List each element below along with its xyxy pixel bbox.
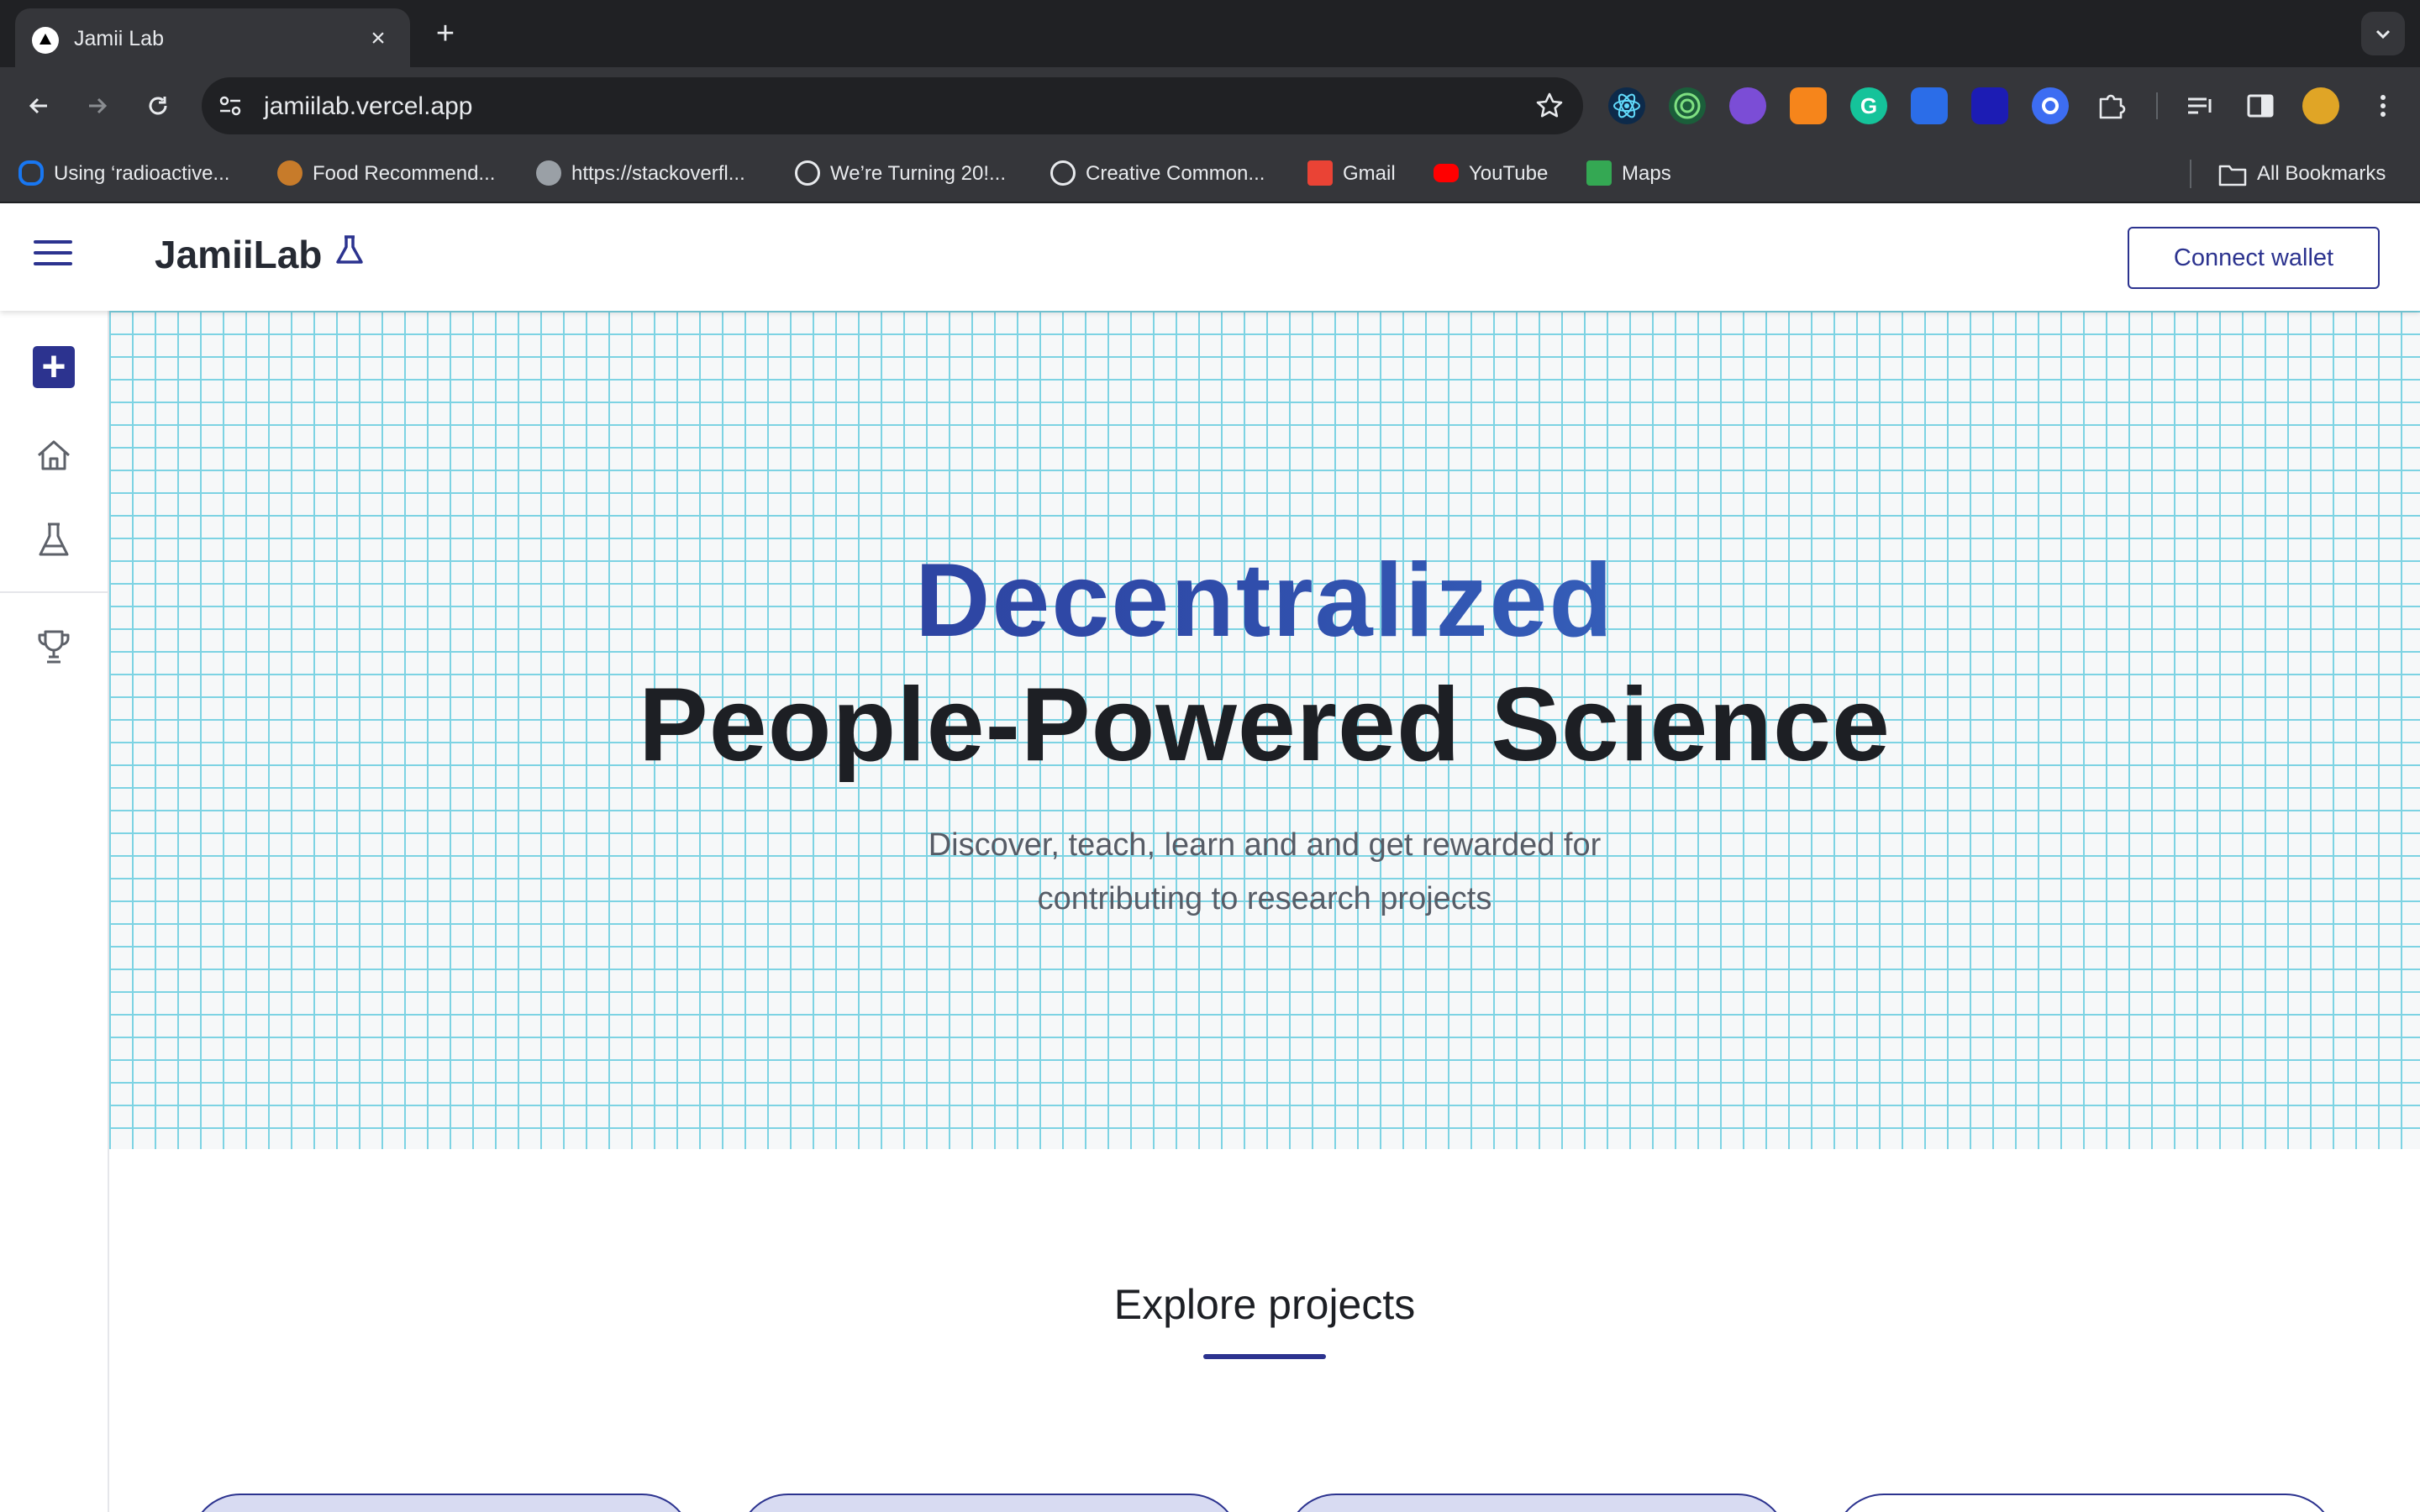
close-tab-icon[interactable]: × — [361, 22, 395, 55]
hero-headline: People-Powered Science — [639, 667, 1891, 783]
menu-hamburger-icon[interactable] — [34, 240, 72, 274]
folder-icon — [2218, 165, 2247, 186]
vercel-favicon-icon — [32, 27, 59, 54]
hero-accent-title: Decentralized — [109, 538, 2420, 664]
project-card[interactable] — [190, 1494, 692, 1512]
reload-icon — [149, 97, 167, 115]
food-site-icon — [277, 160, 302, 186]
home-icon[interactable] — [34, 435, 74, 475]
browser-menu-icon[interactable] — [2365, 87, 2402, 124]
flask-logo-icon — [336, 235, 363, 264]
all-bookmarks-label: All Bookmarks — [2257, 162, 2386, 185]
bookmark-item[interactable]: We’re Turning 20!... — [795, 160, 1006, 188]
sidebar-divider — [0, 591, 109, 593]
hero-subtitle: Discover, teach, learn and and get rewar… — [908, 818, 1622, 926]
gmail-icon — [1307, 160, 1333, 186]
explore-projects-heading: Explore projects — [1113, 1281, 1416, 1328]
hero-section: Decentralized People-Powered Science Dis… — [109, 311, 2420, 1149]
side-panel-icon[interactable] — [2242, 87, 2279, 124]
bookmark-label: https://stackoverfl... — [571, 162, 745, 185]
site-settings-icon[interactable] — [217, 92, 244, 119]
flask-icon[interactable] — [34, 519, 74, 559]
browser-toolbar: jamiilab.vercel.app G — [0, 67, 2420, 144]
back-button[interactable] — [18, 86, 59, 126]
reading-list-icon[interactable] — [2181, 87, 2218, 124]
bookmark-item[interactable]: Food Recommend... — [277, 160, 495, 188]
extensions-puzzle-icon[interactable] — [2092, 87, 2129, 124]
connect-wallet-button[interactable]: Connect wallet — [2128, 227, 2380, 289]
creative-commons-icon — [795, 160, 820, 186]
trophy-icon[interactable] — [34, 627, 74, 667]
grammarly-icon[interactable]: G — [1850, 87, 1887, 124]
bookmark-item[interactable]: https://stackoverfl... — [536, 160, 745, 188]
heading-underline — [1203, 1354, 1326, 1359]
new-tab-button[interactable]: + — [427, 15, 464, 52]
tab-search-button[interactable] — [2361, 12, 2405, 55]
tab-title: Jamii Lab — [74, 27, 164, 50]
arrow-right-icon — [89, 97, 108, 114]
svg-text:G: G — [1860, 93, 1877, 118]
youtube-icon — [1434, 163, 1459, 182]
globe-icon — [536, 160, 561, 186]
hero-subtitle-line: Discover, teach, learn and and get rewar… — [928, 827, 1602, 863]
arrow-left-icon — [29, 97, 47, 114]
bookmark-label: Food Recommend... — [313, 162, 496, 185]
bookmark-item[interactable]: Gmail — [1307, 160, 1396, 188]
blue-extension-icon[interactable] — [1971, 87, 2008, 124]
bookmark-label: We’re Turning 20!... — [830, 162, 1006, 185]
url-text: jamiilab.vercel.app — [264, 92, 473, 120]
bookmark-item[interactable]: Using ‘radioactive... — [18, 160, 229, 188]
maps-icon — [1586, 160, 1612, 186]
bookmark-label: Maps — [1622, 162, 1671, 185]
bookmark-item[interactable]: YouTube — [1434, 160, 1548, 188]
bookmark-star-icon[interactable] — [1534, 91, 1565, 121]
project-card[interactable] — [738, 1494, 1240, 1512]
bookmark-label: Creative Common... — [1086, 162, 1265, 185]
metamask-icon[interactable] — [1790, 87, 1827, 124]
circle-extension-icon[interactable] — [2032, 87, 2069, 124]
app-header: JamiiLab Connect wallet — [0, 203, 2420, 311]
chevron-down-icon — [2375, 29, 2391, 39]
all-bookmarks-button[interactable]: All Bookmarks — [2218, 160, 2386, 188]
forward-button[interactable] — [77, 86, 118, 126]
profile-avatar[interactable] — [2302, 87, 2339, 124]
browser-tab-active[interactable]: Jamii Lab × — [15, 8, 410, 69]
bookmark-label: Gmail — [1343, 162, 1396, 185]
address-bar[interactable]: jamiilab.vercel.app — [202, 77, 1583, 134]
bookmark-item[interactable]: Maps — [1586, 160, 1671, 188]
reload-button[interactable] — [138, 86, 178, 126]
terminal-extension-icon[interactable] — [1911, 87, 1948, 124]
bookmark-label: YouTube — [1469, 162, 1549, 185]
bookmarks-separator — [2190, 160, 2191, 188]
toolbar-separator — [2156, 92, 2158, 119]
creative-commons-icon — [1050, 160, 1076, 186]
bookmark-label: Using ‘radioactive... — [54, 162, 230, 185]
project-card[interactable] — [1833, 1494, 2336, 1512]
hero-subtitle-line: contributing to research projects — [1037, 881, 1492, 916]
target-extension-icon[interactable] — [1669, 87, 1706, 124]
site-logo[interactable]: JamiiLab — [155, 232, 322, 277]
purple-extension-icon[interactable] — [1729, 87, 1766, 124]
project-card[interactable] — [1286, 1494, 1788, 1512]
bookmark-item[interactable]: Creative Common... — [1050, 160, 1265, 188]
sidebar: + — [0, 311, 109, 1512]
browser-tab-strip: Jamii Lab × + — [0, 0, 2420, 69]
bookmarks-bar: Using ‘radioactive... Food Recommend... … — [0, 144, 2420, 203]
react-devtools-icon[interactable] — [1608, 87, 1645, 124]
meta-icon — [18, 160, 44, 186]
add-project-button[interactable]: + — [33, 345, 75, 388]
